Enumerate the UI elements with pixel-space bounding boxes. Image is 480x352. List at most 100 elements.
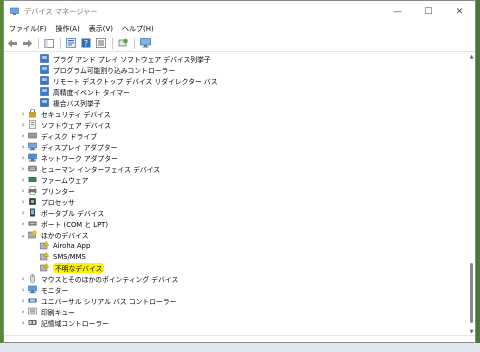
tree-item[interactable]: 複合バス列挙子 xyxy=(40,97,101,108)
tree-item[interactable]: › プリンター xyxy=(18,185,75,196)
monitor-icon xyxy=(28,285,37,294)
status-bar xyxy=(4,335,475,342)
menu-help[interactable]: ヘルプ(H) xyxy=(122,24,154,34)
forward-button[interactable] xyxy=(21,37,33,49)
expand-chevron-icon[interactable]: › xyxy=(18,207,28,218)
security-device-icon xyxy=(29,109,36,118)
expand-chevron-icon[interactable]: › xyxy=(18,174,28,185)
title-bar[interactable]: デバイス マネージャー — ☐ ✕ xyxy=(4,1,475,22)
scrollbar-thumb[interactable] xyxy=(470,263,473,323)
help-icon: ? xyxy=(81,38,91,48)
tree-item-label: ヒューマン インターフェイス デバイス xyxy=(41,165,161,174)
tree-item[interactable]: › ファームウェア xyxy=(18,174,89,185)
unknown-device-icon xyxy=(40,263,49,272)
expand-chevron-icon[interactable]: › xyxy=(18,295,28,306)
tree-item-label: 記憶域コントローラー xyxy=(41,319,109,328)
toolbar-separator xyxy=(134,37,135,49)
expand-chevron-icon[interactable]: › xyxy=(18,152,28,163)
tree-item[interactable]: リモート デスクトップ デバイス リダイレクター バス xyxy=(40,75,218,86)
expand-chevron-icon[interactable]: › xyxy=(18,119,28,130)
processor-icon xyxy=(29,198,36,205)
tree-item[interactable]: › プロセッサ xyxy=(18,196,75,207)
expand-chevron-icon[interactable]: › xyxy=(18,130,28,141)
view-button[interactable] xyxy=(95,37,107,49)
toolbar-separator xyxy=(38,37,39,49)
arrow-right-icon xyxy=(22,39,32,47)
window-title: デバイス マネージャー xyxy=(24,6,98,16)
svg-text:?: ? xyxy=(84,39,88,48)
tree-item[interactable]: › 記憶域コントローラー xyxy=(18,317,109,328)
tree-item-label: リモート デスクトップ デバイス リダイレクター バス xyxy=(53,77,218,86)
system-device-icon xyxy=(40,87,49,96)
expand-chevron-icon[interactable]: › xyxy=(18,108,28,119)
expand-chevron-icon[interactable]: › xyxy=(18,284,28,295)
system-device-icon xyxy=(40,54,49,63)
tree-item-label: マウスとそのほかのポインティング デバイス xyxy=(41,275,179,284)
minimize-button[interactable]: — xyxy=(382,1,413,22)
expand-chevron-icon[interactable]: › xyxy=(18,317,28,328)
tree-item[interactable]: プラグ アンド プレイ ソフトウェア デバイス列挙子 xyxy=(40,53,211,64)
back-button[interactable] xyxy=(6,37,18,49)
tree-item-label: Airoha App xyxy=(53,241,91,250)
collapse-chevron-icon[interactable]: ⌄ xyxy=(18,229,28,240)
tree-item-label: プログラム可能割り込みコントローラー xyxy=(53,66,176,75)
tree-item[interactable]: 高精度イベント タイマー xyxy=(40,86,130,97)
tree-item-label: SMS/MMS xyxy=(53,252,86,261)
tree-item-label: 高精度イベント タイマー xyxy=(53,88,130,97)
expand-chevron-icon[interactable]: › xyxy=(18,306,28,317)
tree-item-label: ネットワーク アダプター xyxy=(41,154,118,163)
tree-item[interactable]: › ヒューマン インターフェイス デバイス xyxy=(18,163,160,174)
disk-drive-icon xyxy=(28,132,37,139)
scan-hardware-button[interactable] xyxy=(117,37,129,49)
software-device-icon xyxy=(29,120,36,129)
tree-item[interactable]: プログラム可能割り込みコントローラー xyxy=(40,64,175,75)
tree-item[interactable]: › ディスプレイ アダプター xyxy=(18,141,118,152)
properties-button[interactable] xyxy=(65,37,77,49)
tree-item-label: ソフトウェア デバイス xyxy=(41,121,111,130)
tree-item[interactable]: › マウスとそのほかのポインティング デバイス xyxy=(18,273,178,284)
display-adapter-icon xyxy=(28,142,37,151)
tree-item[interactable]: › ネットワーク アダプター xyxy=(18,152,118,163)
tree-item-label: ほかのデバイス xyxy=(41,231,89,240)
show-hide-console-tree-button[interactable] xyxy=(43,37,55,49)
scan-hardware-icon xyxy=(118,38,128,47)
tree-item[interactable]: › ユニバーサル シリアル バス コントローラー xyxy=(18,295,177,306)
expand-chevron-icon[interactable]: › xyxy=(18,273,28,284)
help-button[interactable]: ? xyxy=(80,37,92,49)
menu-file[interactable]: ファイル(F) xyxy=(9,24,47,34)
tree-item[interactable]: › ディスク ドライブ xyxy=(18,130,97,141)
arrow-left-icon xyxy=(7,39,17,47)
console-tree-icon xyxy=(44,38,54,48)
tree-item-label: プリンター xyxy=(41,187,75,196)
system-device-icon xyxy=(40,76,49,85)
monitor-icon xyxy=(139,38,151,48)
toolbar-separator xyxy=(60,37,61,49)
unknown-device-icon xyxy=(40,252,49,261)
tree-item[interactable]: › ポータブル デバイス xyxy=(18,207,104,218)
tree-item[interactable]: › モニター xyxy=(18,284,69,295)
tree-item[interactable]: › ポート (COM と LPT) xyxy=(18,218,108,229)
device-manager-window: デバイス マネージャー — ☐ ✕ ファイル(F) 操作(A) 表示(V) ヘル… xyxy=(3,0,476,343)
tree-item[interactable]: › 印刷キュー xyxy=(18,306,75,317)
system-device-icon xyxy=(40,98,49,107)
tree-item[interactable]: SMS/MMS xyxy=(40,251,86,262)
tree-item[interactable]: ⌄ ほかのデバイス xyxy=(18,229,88,240)
expand-chevron-icon[interactable]: › xyxy=(18,218,28,229)
tree-item[interactable]: › セキュリティ デバイス xyxy=(18,108,111,119)
maximize-button[interactable]: ☐ xyxy=(413,1,444,22)
menu-action[interactable]: 操作(A) xyxy=(56,24,80,34)
tree-item[interactable]: Airoha App xyxy=(40,240,90,251)
expand-chevron-icon[interactable]: › xyxy=(18,141,28,152)
vertical-scrollbar[interactable]: ▲ ▼ xyxy=(468,53,475,336)
scroll-up-icon[interactable]: ▲ xyxy=(468,53,475,61)
close-button[interactable]: ✕ xyxy=(444,1,475,22)
toolbar: ? xyxy=(4,35,475,52)
expand-chevron-icon[interactable]: › xyxy=(18,196,28,207)
expand-chevron-icon[interactable]: › xyxy=(18,185,28,196)
tree-item[interactable]: › ソフトウェア デバイス xyxy=(18,119,111,130)
monitor-button[interactable] xyxy=(139,37,151,49)
expand-chevron-icon[interactable]: › xyxy=(18,163,28,174)
tree-item[interactable]: 不明なデバイス xyxy=(40,262,105,273)
print-queue-icon xyxy=(28,307,37,315)
menu-view[interactable]: 表示(V) xyxy=(89,24,113,34)
